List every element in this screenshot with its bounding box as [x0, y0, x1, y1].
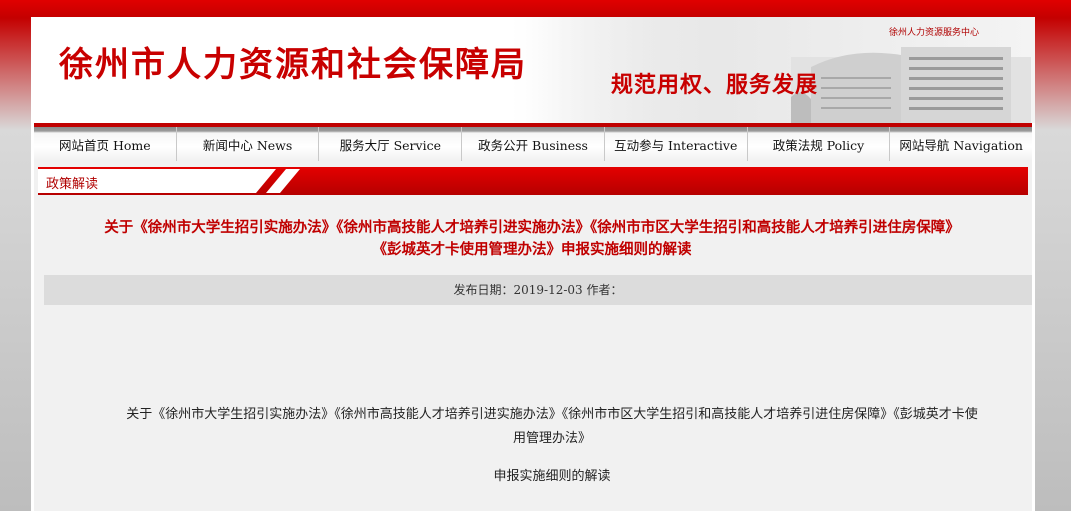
- article-body-subtitle: 申报实施细则的解读: [493, 469, 611, 484]
- nav-item-navigation[interactable]: 网站导航 Navigation: [890, 127, 1032, 161]
- nav-item-news[interactable]: 新闻中心 News: [177, 127, 320, 161]
- article-body-line2: 用管理办法》: [512, 431, 591, 446]
- article-body: 关于《徐州市大学生招引实施办法》《徐州市高技能人才培养引进实施办法》《徐州市市区…: [80, 403, 1024, 451]
- article-body-line1: 关于《徐州市大学生招引实施办法》《徐州市高技能人才培养引进实施办法》《徐州市市区…: [126, 407, 978, 422]
- page-container: 徐州人力资源服务中心 徐州市人力资源和社会保障局 规范用权、服务发展 网站首页 …: [31, 17, 1035, 511]
- section-label[interactable]: 政策解读: [46, 173, 98, 192]
- nav-item-policy[interactable]: 政策法规 Policy: [748, 127, 891, 161]
- nav-item-service[interactable]: 服务大厅 Service: [319, 127, 463, 161]
- nav-item-business[interactable]: 政务公开 Business: [462, 127, 605, 161]
- article-title-line2: 《彭城英才卡使用管理办法》申报实施细则的解读: [372, 241, 692, 258]
- article-meta: 发布日期：2019-12-03 作者：: [44, 275, 1032, 305]
- nav-item-interactive[interactable]: 互动参与 Interactive: [605, 127, 748, 161]
- site-banner: 徐州人力资源服务中心 徐州市人力资源和社会保障局 规范用权、服务发展: [31, 17, 1035, 123]
- building-sign: 徐州人力资源服务中心: [889, 28, 980, 38]
- section-header: 政策解读: [38, 167, 1028, 195]
- site-title: 徐州市人力资源和社会保障局: [59, 45, 527, 85]
- article-title-line1: 关于《徐州市大学生招引实施办法》《徐州市高技能人才培养引进实施办法》《徐州市市区…: [104, 219, 960, 236]
- main-nav: 网站首页 Home 新闻中心 News 服务大厅 Service 政务公开 Bu…: [34, 123, 1032, 161]
- building-image: [791, 47, 1031, 123]
- site-slogan: 规范用权、服务发展: [611, 72, 819, 98]
- article-title: 关于《徐州市大学生招引实施办法》《徐州市高技能人才培养引进实施办法》《徐州市市区…: [42, 217, 1022, 261]
- content-panel: 政策解读 关于《徐州市大学生招引实施办法》《徐州市高技能人才培养引进实施办法》《…: [34, 161, 1032, 511]
- nav-item-home[interactable]: 网站首页 Home: [34, 127, 177, 161]
